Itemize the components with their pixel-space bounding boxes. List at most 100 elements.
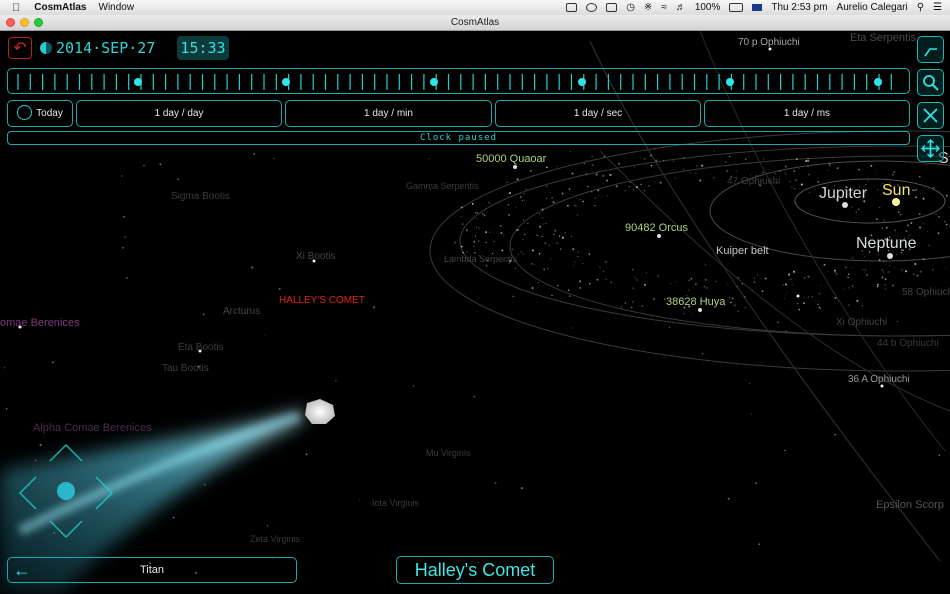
flag-icon[interactable] (752, 4, 763, 11)
clock-panel-button[interactable] (917, 36, 944, 63)
minor-body-label[interactable]: 50000 Quaoar (476, 153, 546, 165)
kuiper-particle (478, 240, 480, 242)
tools-button[interactable] (917, 102, 944, 129)
kuiper-particle (807, 157, 809, 160)
close-window-button[interactable] (6, 18, 15, 27)
star-label[interactable]: Lambda Serpentis (444, 254, 517, 264)
kuiper-particle (729, 155, 731, 158)
kuiper-particle (602, 183, 604, 185)
star-label[interactable]: Eta Bootis (178, 342, 224, 353)
star-label[interactable]: Tau Bootis (162, 363, 209, 374)
kuiper-particle (753, 281, 756, 284)
kuiper-particle (589, 282, 591, 285)
background-star (597, 172, 599, 174)
star-label[interactable]: Eta Serpentis (850, 32, 916, 44)
time-value[interactable]: 15:33 (177, 36, 229, 60)
orcus-marker[interactable] (657, 234, 661, 238)
kuiper-particle (543, 268, 545, 270)
star-label[interactable]: Iota Virginis (372, 498, 419, 508)
user-menu[interactable]: Aurelio Calegari (837, 2, 908, 13)
star-label[interactable]: Mu Virginis (426, 448, 470, 458)
date-dial-icon (40, 42, 52, 54)
halley-comet-label[interactable]: HALLEY'S COMET (279, 295, 365, 306)
star-label[interactable]: Gamma Serpentis (406, 181, 479, 191)
apple-menu-icon[interactable]:  (12, 2, 20, 14)
star-label[interactable]: Sigma Bootis (171, 191, 230, 202)
speed-option[interactable]: 1 day / ms (704, 100, 910, 127)
speed-option[interactable]: 1 day / sec (495, 100, 701, 127)
star-marker (796, 294, 800, 298)
halley-comet-nucleus[interactable] (305, 399, 335, 424)
zoom-window-button[interactable] (34, 18, 43, 27)
quaoar-marker[interactable] (513, 165, 517, 169)
constellation-label[interactable]: omae Berenices (0, 317, 80, 329)
planet-label[interactable]: Jupiter (819, 185, 867, 203)
speed-option[interactable]: 1 day / min (285, 100, 492, 127)
star-label[interactable]: Arcturus (223, 306, 260, 317)
star-label[interactable]: 58 Ophiuchi (902, 287, 950, 298)
kuiper-particle (475, 217, 477, 219)
kuiper-particle (606, 195, 608, 197)
time-machine-icon[interactable]: ◷ (626, 2, 635, 13)
tray-icon[interactable] (566, 3, 578, 12)
star-label[interactable]: 36 A Ophiuchi (848, 374, 910, 385)
star-label[interactable]: Xi Bootis (296, 251, 335, 262)
star-label[interactable]: Alpha Comae Berenices (33, 422, 152, 434)
background-star (674, 177, 676, 179)
volume-icon[interactable]: ♬ (676, 2, 686, 13)
date-display[interactable]: 2014·SEP·27 (40, 39, 155, 57)
kuiper-particle (753, 277, 756, 279)
minor-body-label[interactable]: 38628 Huya (666, 296, 725, 308)
kuiper-particle (662, 160, 664, 162)
kuiper-particle (520, 196, 522, 198)
minor-body-label[interactable]: 90482 Orcus (625, 222, 688, 234)
app-menu[interactable]: CosmAtlas (34, 2, 86, 13)
bluetooth-icon[interactable]: ※ (644, 2, 652, 13)
spotlight-icon[interactable]: ⚲ (917, 2, 924, 13)
kuiper-particle (703, 285, 706, 288)
wifi-icon[interactable]: ≈ (661, 2, 667, 13)
date-value[interactable]: 2014·SEP·27 (56, 39, 155, 57)
planet-label[interactable]: Neptune (856, 235, 917, 253)
kuiper-particle (805, 160, 808, 163)
kuiper-particle (945, 194, 948, 197)
kuiper-particle (856, 299, 859, 302)
battery-percent[interactable]: 100% (695, 2, 721, 13)
background-star (641, 305, 643, 307)
time-scrubber[interactable] (7, 68, 910, 94)
undo-navigation-button[interactable]: ↶ (8, 37, 32, 59)
planet-label[interactable]: Sun (882, 182, 910, 200)
today-button[interactable]: Today (7, 100, 73, 127)
airplay-icon[interactable] (606, 3, 618, 12)
kuiper-particle (556, 242, 558, 244)
speed-option[interactable]: 1 day / day (76, 100, 282, 127)
back-to-object-button[interactable]: ← Titan (7, 557, 297, 583)
kuiper-particle (620, 305, 623, 309)
kuiper-particle (591, 191, 593, 193)
star-label[interactable]: Zeta Virginis (250, 534, 300, 544)
menubar-clock[interactable]: Thu 2:53 pm (771, 2, 827, 13)
neptune-marker[interactable] (887, 253, 893, 259)
window-menu[interactable]: Window (99, 2, 135, 13)
navigation-mode-button[interactable] (917, 135, 944, 162)
star-label[interactable]: Epsilon Scorp (876, 499, 944, 511)
kuiper-particle (918, 213, 921, 215)
space-view[interactable]: 70 p Ophiuchi Eta Serpentis 50000 Quaoar… (0, 31, 950, 594)
huya-marker[interactable] (698, 308, 702, 312)
kuiper-particle (541, 255, 543, 257)
kuiper-particle (460, 245, 463, 248)
search-button[interactable] (917, 69, 944, 96)
minimize-window-button[interactable] (20, 18, 29, 27)
kuiper-particle (690, 277, 693, 280)
star-label[interactable]: Xi Ophiuchi (836, 317, 887, 328)
region-label[interactable]: Kuiper belt (716, 245, 769, 257)
star-label[interactable]: 47 Ophiuchi (727, 176, 780, 187)
background-star (757, 274, 759, 276)
tray-icon[interactable] (586, 3, 598, 12)
star-label[interactable]: 44 b Ophiuchi (877, 338, 939, 349)
notification-center-icon[interactable]: ☰ (933, 2, 942, 13)
kuiper-particle (867, 180, 869, 182)
selected-object-title[interactable]: Halley's Comet (396, 556, 554, 584)
kuiper-particle (624, 189, 627, 192)
star-label[interactable]: 70 p Ophiuchi (738, 37, 800, 48)
